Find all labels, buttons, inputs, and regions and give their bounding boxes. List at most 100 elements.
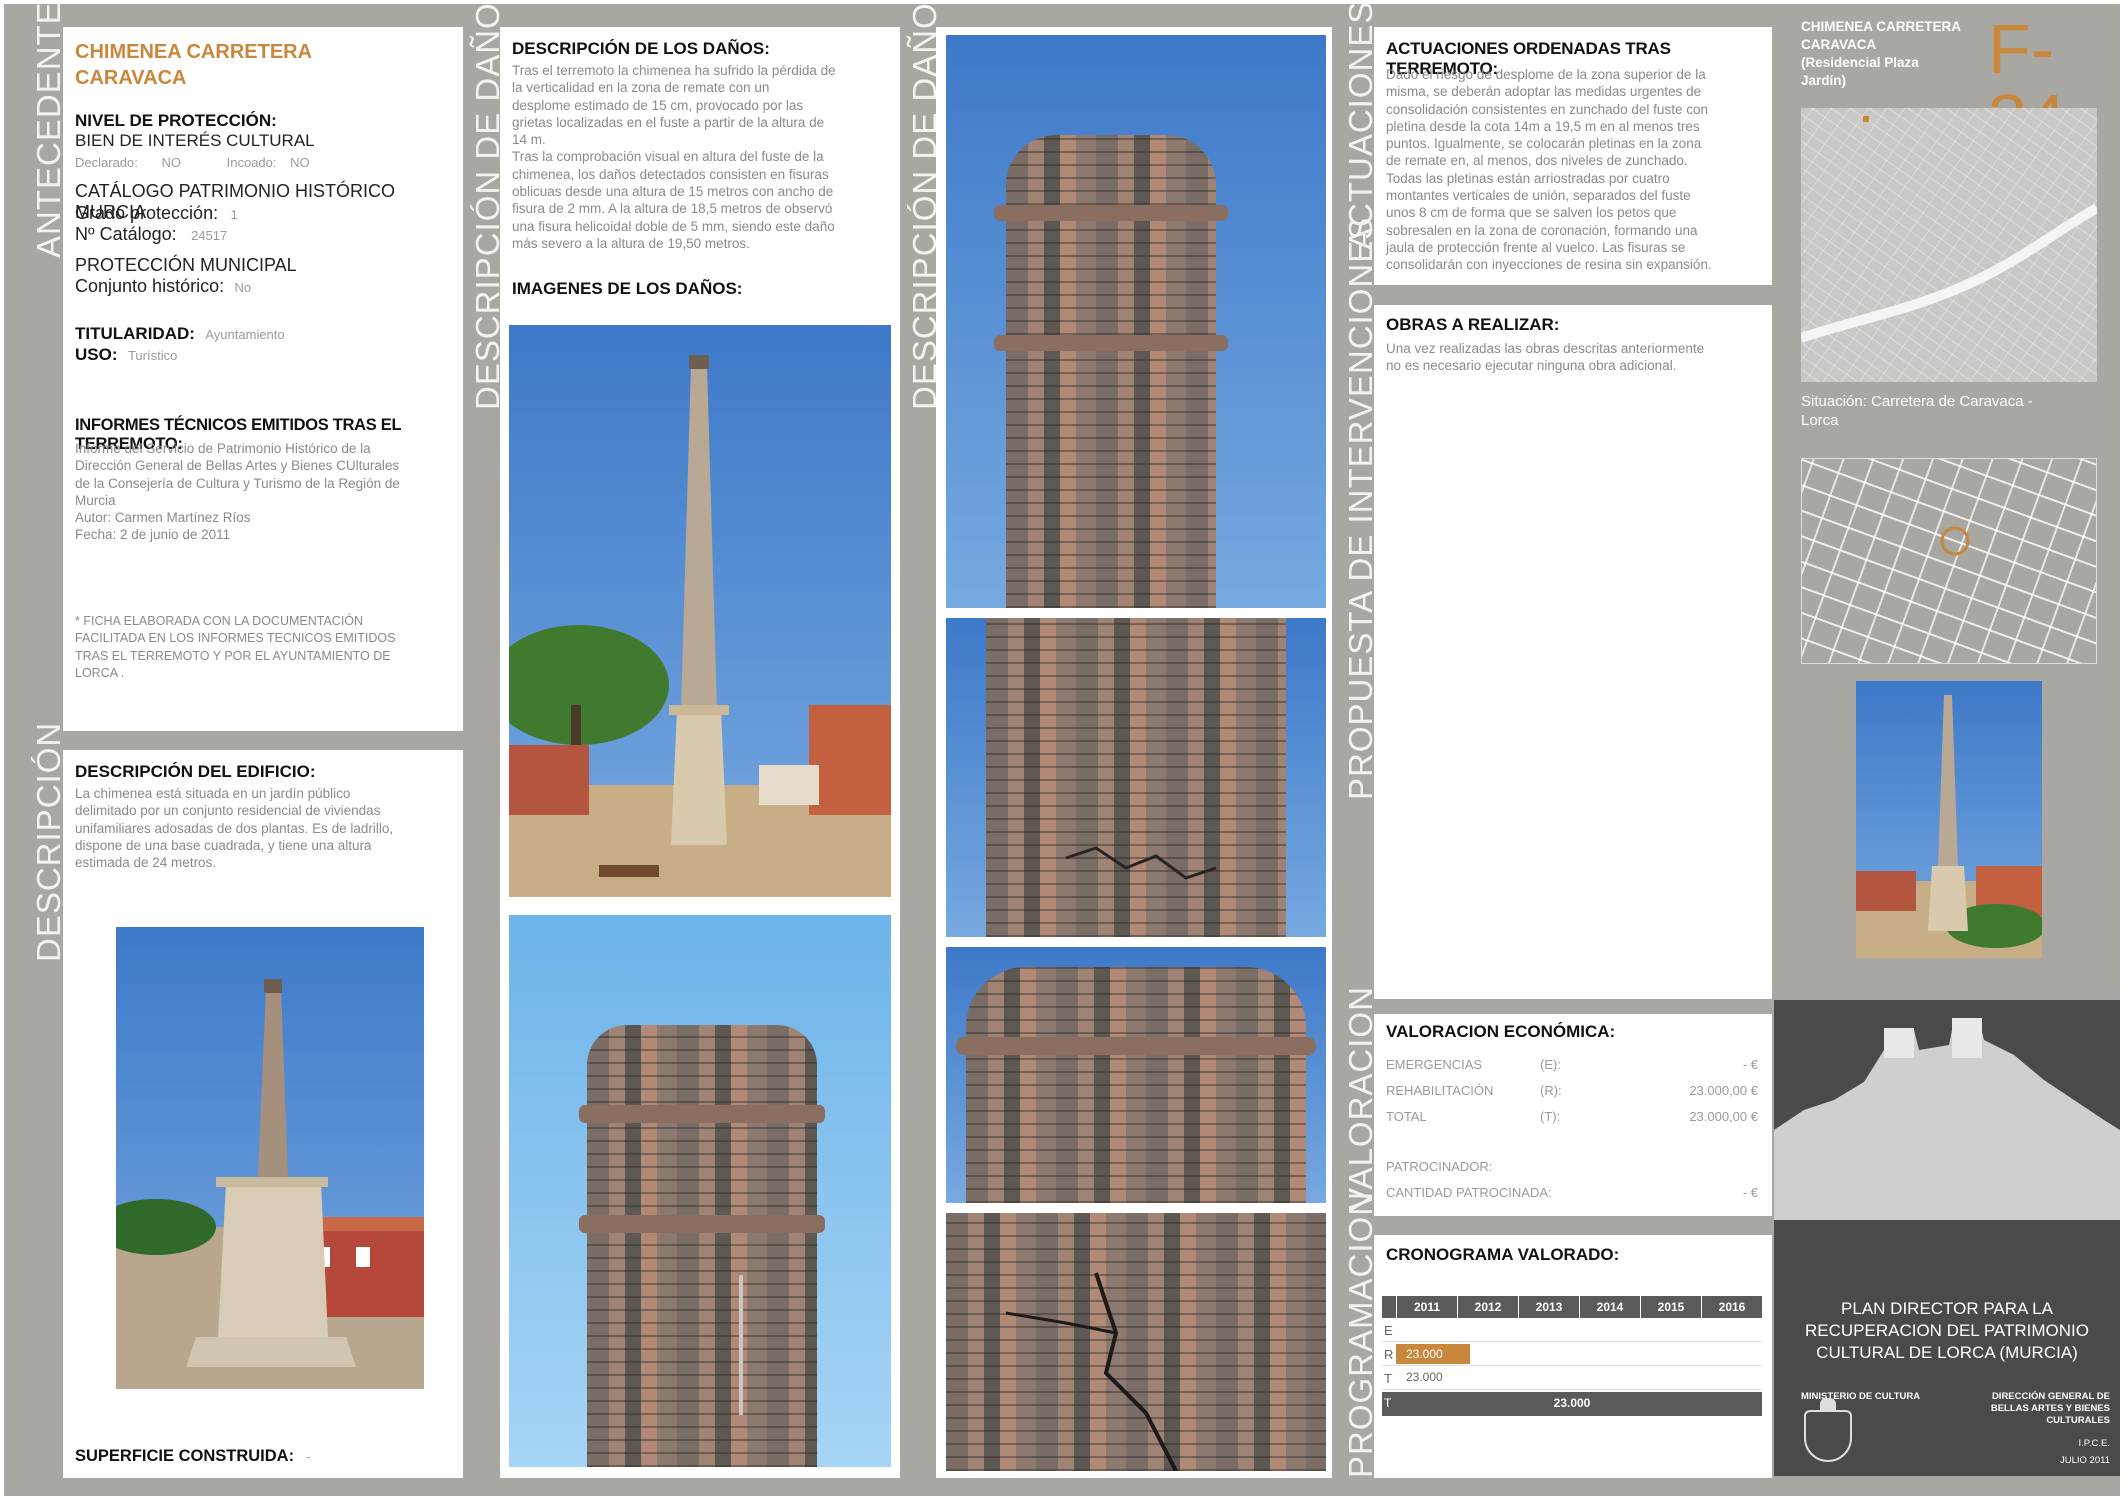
- map-river: [1799, 116, 2100, 343]
- danos-line: Tras el terremoto la chimenea ha sufrido…: [512, 63, 836, 78]
- valoracion-code: (R):: [1540, 1083, 1562, 1098]
- situacion-line: Situación: Carretera de Caravaca -: [1801, 393, 2033, 410]
- grado-row: Grado protección: 1: [75, 203, 238, 224]
- chimney-ring: [579, 1215, 825, 1233]
- cronograma-chart: 2011 2012 2013 2014 2015 2016 E R 23.000…: [1382, 1296, 1762, 1416]
- ncat-label: Nº Catálogo:: [75, 224, 177, 244]
- cantidad-row: CANTIDAD PATROCINADA: - €: [1386, 1184, 1766, 1201]
- superficie-value: -: [306, 1449, 311, 1464]
- valoracion-panel: VALORACION ECONÓMICA: EMERGENCIAS (E): -…: [1374, 1014, 1772, 1216]
- year-cell: 2011: [1396, 1296, 1457, 1318]
- antecedentes-panel: CHIMENEA CARRETERA CARAVACA NIVEL DE PRO…: [63, 27, 463, 731]
- descripcion-line: La chimenea está situada en un jardín pú…: [75, 786, 351, 801]
- danos-images-panel: [936, 27, 1332, 1478]
- grado-label: Grado protección:: [75, 203, 219, 223]
- valoracion-label: REHABILITACIÓN: [1386, 1083, 1494, 1098]
- chimney-crack: [739, 1275, 743, 1415]
- total-value: 23.000: [1553, 1396, 1591, 1410]
- informes-line: Informe del Servicio de Patrimonio Histó…: [75, 441, 371, 456]
- obras-text: Una vez realizadas las obras descritas a…: [1386, 340, 1704, 375]
- plan-line: CULTURAL DE LORCA (MURCIA): [1816, 1343, 2078, 1362]
- actuaciones-line: jaula de protección frente al vuelco. La…: [1386, 239, 1686, 255]
- damage-photo-3: [946, 35, 1326, 608]
- descripcion-line: delimitado por un conjunto residencial d…: [75, 803, 381, 819]
- chimney-park-illustration: [509, 355, 891, 897]
- descripcion-line: estimada de 24 metros.: [75, 855, 217, 871]
- obras-line: Una vez realizadas las obras descritas a…: [1386, 341, 1705, 356]
- sidebar-name-line: CARAVACA: [1801, 37, 1877, 52]
- row-code: T: [1384, 1371, 1392, 1386]
- titularidad-label: TITULARIDAD:: [75, 324, 195, 343]
- obras-line: no es necesario ejecutar ninguna obra ad…: [1386, 358, 1677, 374]
- crack-lines: [1065, 846, 1217, 880]
- building-title-line2: CARAVACA: [75, 67, 187, 89]
- row-code: E: [1384, 1323, 1393, 1338]
- danos-line: la verticalidad en la zona de remate con…: [512, 80, 770, 96]
- actuaciones-line: de remate en, al menos, dos niveles de z…: [1386, 153, 1688, 169]
- cantidad-label: CANTIDAD PATROCINADA:: [1386, 1185, 1552, 1200]
- sidebar-name-line: CHIMENEA CARRETERA: [1801, 19, 1962, 34]
- plan-line: RECUPERACION DEL PATRIMONIO: [1805, 1321, 2089, 1340]
- damage-photo-2: [509, 915, 891, 1467]
- damage-photo-1: [509, 325, 891, 897]
- ministerio-label: MINISTERIO DE CULTURA: [1801, 1391, 1921, 1402]
- valoracion-row: REHABILITACIÓN (R): 23.000,00 €: [1386, 1082, 1766, 1108]
- damage-photo-4: [946, 618, 1326, 937]
- chimney-ring: [579, 1105, 825, 1123]
- danos-line: más severo a la altura de 19,50 metros.: [512, 235, 750, 251]
- year-cell: 2016: [1701, 1296, 1762, 1318]
- map-location-marker: [1940, 526, 1970, 556]
- plan-line: PLAN DIRECTOR PARA LA: [1841, 1299, 2053, 1318]
- incoado-value: NO: [290, 155, 310, 170]
- chimney-ring: [994, 335, 1228, 351]
- valoracion-value: 23.000,00 €: [1689, 1083, 1758, 1098]
- conjunto-row: Conjunto histórico: No: [75, 276, 251, 297]
- cronograma-bar-r: 23.000: [1396, 1344, 1470, 1364]
- actuaciones-line: unos 8 cm de forma que se salven los pet…: [1386, 205, 1677, 221]
- location-map: [1799, 108, 2100, 382]
- valoracion-value: - €: [1742, 1057, 1758, 1072]
- declarado-label: Declarado:: [75, 155, 138, 170]
- coat-of-arms-icon: [1804, 1398, 1852, 1462]
- informes-text: Informe del Servicio de Patrimonio Histó…: [75, 440, 400, 544]
- crown-icon: [1820, 1398, 1836, 1410]
- descripcion-text: La chimenea está situada en un jardín pú…: [75, 785, 393, 871]
- cantidad-value: - €: [1742, 1185, 1758, 1200]
- dg-line: BELLAS ARTES Y BIENES: [1990, 1403, 2110, 1414]
- conjunto-value: No: [234, 280, 252, 295]
- actuaciones-line: consolidación consistentes en zunchado d…: [1386, 101, 1708, 117]
- note-line: LORCA .: [75, 665, 125, 680]
- actuaciones-line: Todas las pletinas están arriostradas po…: [1386, 170, 1670, 186]
- damage-photo-6: [946, 1213, 1326, 1471]
- cronograma-title: CRONOGRAMA VALORADO:: [1386, 1245, 1620, 1264]
- ncat-row: Nº Catálogo: 24517: [75, 224, 227, 245]
- crack-lines: [1005, 1272, 1178, 1471]
- year-cell: 2012: [1457, 1296, 1518, 1318]
- chimney-ring: [956, 1037, 1316, 1055]
- fecha-label: JULIO 2011: [2060, 1455, 2110, 1466]
- informes-line: Murcia: [75, 492, 116, 508]
- cronograma-total-row: T 23.000: [1382, 1392, 1762, 1416]
- dg-line: CULTURALES: [2046, 1415, 2110, 1426]
- uso-value: Turístico: [127, 348, 178, 363]
- building-title-line1: CHIMENEA CARRETERA: [75, 41, 313, 63]
- ficha-note: * FICHA ELABORADA CON LA DOCUMENTACIÓN F…: [75, 613, 395, 682]
- superficie-row: SUPERFICIE CONSTRUIDA: -: [75, 1447, 311, 1466]
- danos-line: chimenea, los daños detectados consisten…: [512, 166, 829, 182]
- valoracion-code: (T):: [1540, 1109, 1561, 1124]
- conjunto-label: Conjunto histórico:: [75, 276, 225, 296]
- situacion-text: Situación: Carretera de Caravaca - Lorca: [1801, 392, 2033, 430]
- valoracion-code: (E):: [1540, 1057, 1561, 1072]
- valoracion-row: TOTAL (T): 23.000,00 €: [1386, 1108, 1766, 1134]
- incoado-label: Incoado:: [226, 155, 277, 170]
- danos-line: 14 m.: [512, 132, 546, 148]
- sidebar-name-line: Jardín): [1801, 73, 1847, 88]
- year-cell: 2015: [1640, 1296, 1701, 1318]
- danos-panel: DESCRIPCIÓN DE LOS DAÑOS: Tras el terrem…: [500, 27, 900, 1478]
- actuaciones-panel: ACTUACIONES ORDENADAS TRAS TERREMOTO: Da…: [1374, 27, 1772, 285]
- descripcion-panel: DESCRIPCIÓN DEL EDIFICIO: La chimenea es…: [63, 750, 463, 1478]
- cronograma-row-r: R 23.000: [1382, 1342, 1762, 1366]
- valoracion-title: VALORACION ECONÓMICA:: [1386, 1022, 1616, 1041]
- nivel-value: BIEN DE INTERÉS CULTURAL: [75, 131, 315, 150]
- declarado-row: Declarado: NO Incoado: NO: [75, 154, 310, 171]
